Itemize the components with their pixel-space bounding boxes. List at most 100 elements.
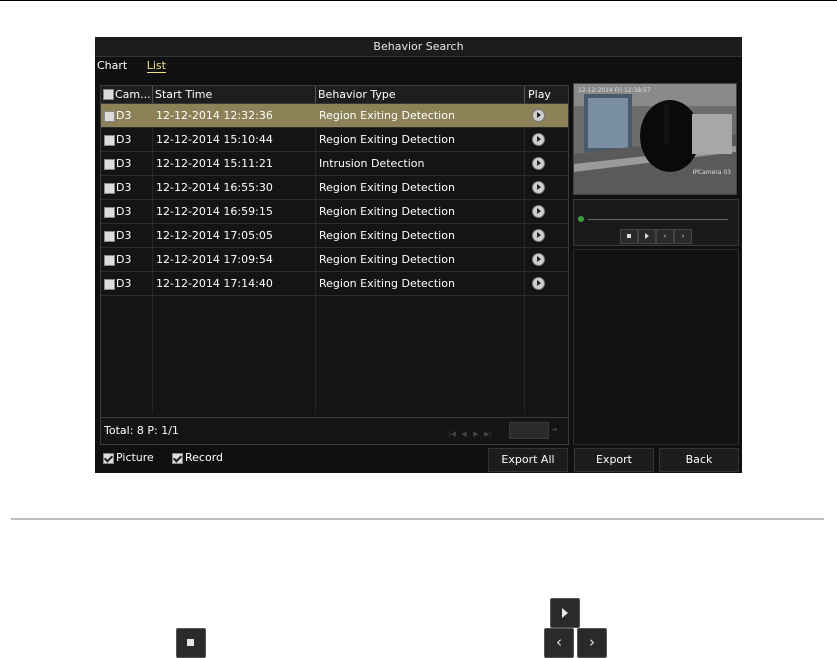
- total-count: Total: 8 P: 1/1: [104, 424, 179, 437]
- row-behavior-type: Intrusion Detection: [319, 157, 425, 170]
- progress-bar[interactable]: [588, 219, 728, 220]
- chevron-right-icon[interactable]: ›: [674, 229, 692, 244]
- row-start-time: 12-12-2014 17:14:40: [156, 277, 273, 290]
- table-row[interactable]: D3 12-12-2014 17:09:54 Region Exiting De…: [101, 248, 568, 272]
- row-behavior-type: Region Exiting Detection: [319, 205, 455, 218]
- info-panel: [573, 249, 739, 445]
- preview-camera-label: IPCamera 03: [692, 169, 731, 176]
- row-start-time: 12-12-2014 16:55:30: [156, 181, 273, 194]
- list-footer: Total: 8 P: 1/1 |◀ ◀ ▶ ▶| ➜: [101, 417, 568, 445]
- header-camera[interactable]: Cam...: [115, 86, 151, 103]
- row-camera: D3: [116, 229, 132, 242]
- progress-handle[interactable]: [578, 216, 584, 222]
- header-divider: [152, 86, 153, 103]
- select-all-checkbox[interactable]: [103, 89, 114, 100]
- row-checkbox[interactable]: [104, 111, 115, 122]
- export-button[interactable]: Export: [574, 448, 654, 472]
- table-row[interactable]: D3 12-12-2014 15:11:21 Intrusion Detecti…: [101, 152, 568, 176]
- record-checkbox[interactable]: [172, 453, 183, 464]
- preview-timestamp: 12-12-2014 Fri 12:38:57: [578, 87, 651, 94]
- page-top-rule: [0, 0, 837, 1]
- preview-image: [574, 84, 736, 194]
- result-list: Cam... Start Time Behavior Type Play D3 …: [100, 85, 569, 445]
- row-behavior-type: Region Exiting Detection: [319, 109, 455, 122]
- row-checkbox[interactable]: [104, 183, 115, 194]
- row-behavior-type: Region Exiting Detection: [319, 133, 455, 146]
- back-button[interactable]: Back: [659, 448, 739, 472]
- tab-list[interactable]: List: [146, 59, 166, 73]
- header-play[interactable]: Play: [528, 86, 551, 103]
- row-behavior-type: Region Exiting Detection: [319, 277, 455, 290]
- row-start-time: 12-12-2014 17:09:54: [156, 253, 273, 266]
- play-icon[interactable]: [532, 109, 545, 122]
- row-behavior-type: Region Exiting Detection: [319, 181, 455, 194]
- picture-option[interactable]: Picture: [103, 451, 154, 464]
- prev-page-icon[interactable]: ◀: [458, 429, 470, 439]
- chevron-left-icon[interactable]: ‹: [656, 229, 674, 244]
- bottom-bar: Picture Record Export All Export Back: [95, 446, 742, 473]
- header-start-time[interactable]: Start Time: [155, 86, 212, 103]
- row-camera: D3: [116, 205, 132, 218]
- play-icon[interactable]: [532, 205, 545, 218]
- picture-label: Picture: [116, 451, 154, 464]
- table-row[interactable]: D3 12-12-2014 15:10:44 Region Exiting De…: [101, 128, 568, 152]
- play-icon[interactable]: [532, 253, 545, 266]
- row-start-time: 12-12-2014 15:10:44: [156, 133, 273, 146]
- export-all-button[interactable]: Export All: [488, 448, 568, 472]
- record-label: Record: [185, 451, 224, 464]
- play-icon[interactable]: [532, 157, 545, 170]
- play-icon[interactable]: [532, 181, 545, 194]
- header-behavior-type[interactable]: Behavior Type: [318, 86, 396, 103]
- stop-icon: [176, 628, 206, 658]
- row-checkbox[interactable]: [104, 159, 115, 170]
- last-page-icon[interactable]: ▶|: [482, 429, 494, 439]
- row-checkbox[interactable]: [104, 207, 115, 218]
- row-checkbox[interactable]: [104, 255, 115, 266]
- picture-checkbox[interactable]: [103, 453, 114, 464]
- go-page-icon[interactable]: ➜: [551, 425, 563, 435]
- page-number-input[interactable]: [509, 422, 549, 439]
- row-start-time: 12-12-2014 12:32:36: [156, 109, 273, 122]
- view-tabs: Chart List: [97, 59, 182, 75]
- row-camera: D3: [116, 109, 132, 122]
- row-checkbox[interactable]: [104, 231, 115, 242]
- header-divider: [524, 86, 525, 103]
- row-start-time: 12-12-2014 17:05:05: [156, 229, 273, 242]
- table-header: Cam... Start Time Behavior Type Play: [101, 86, 568, 104]
- row-behavior-type: Region Exiting Detection: [319, 253, 455, 266]
- page-divider: [11, 518, 824, 520]
- table-row[interactable]: D3 12-12-2014 16:55:30 Region Exiting De…: [101, 176, 568, 200]
- chevron-left-icon: ‹: [544, 628, 574, 658]
- window-title: Behavior Search: [95, 37, 742, 57]
- next-page-icon[interactable]: ▶: [470, 429, 482, 439]
- row-camera: D3: [116, 277, 132, 290]
- table-row[interactable]: D3 12-12-2014 12:32:36 Region Exiting De…: [101, 104, 568, 128]
- row-checkbox[interactable]: [104, 135, 115, 146]
- playback-controls: ‹ ›: [573, 199, 739, 246]
- play-icon[interactable]: [532, 229, 545, 242]
- table-row[interactable]: D3 12-12-2014 17:14:40 Region Exiting De…: [101, 272, 568, 296]
- play-icon: [550, 598, 580, 628]
- row-camera: D3: [116, 157, 132, 170]
- row-start-time: 12-12-2014 16:59:15: [156, 205, 273, 218]
- behavior-search-window: Behavior Search Chart List Cam... Start …: [95, 37, 742, 473]
- play-icon[interactable]: [638, 229, 656, 244]
- row-checkbox[interactable]: [104, 279, 115, 290]
- row-camera: D3: [116, 253, 132, 266]
- stop-icon[interactable]: [620, 229, 638, 244]
- pager: |◀ ◀ ▶ ▶|: [446, 426, 494, 439]
- row-camera: D3: [116, 181, 132, 194]
- header-divider: [315, 86, 316, 103]
- row-camera: D3: [116, 133, 132, 146]
- play-icon[interactable]: [532, 277, 545, 290]
- table-row[interactable]: D3 12-12-2014 17:05:05 Region Exiting De…: [101, 224, 568, 248]
- video-preview: 12-12-2014 Fri 12:38:57 IPCamera 03: [573, 83, 737, 195]
- play-icon[interactable]: [532, 133, 545, 146]
- row-behavior-type: Region Exiting Detection: [319, 229, 455, 242]
- first-page-icon[interactable]: |◀: [446, 429, 458, 439]
- tab-chart[interactable]: Chart: [97, 59, 127, 72]
- row-start-time: 12-12-2014 15:11:21: [156, 157, 273, 170]
- table-row[interactable]: D3 12-12-2014 16:59:15 Region Exiting De…: [101, 200, 568, 224]
- chevron-right-icon: ›: [577, 628, 607, 658]
- record-option[interactable]: Record: [172, 451, 223, 464]
